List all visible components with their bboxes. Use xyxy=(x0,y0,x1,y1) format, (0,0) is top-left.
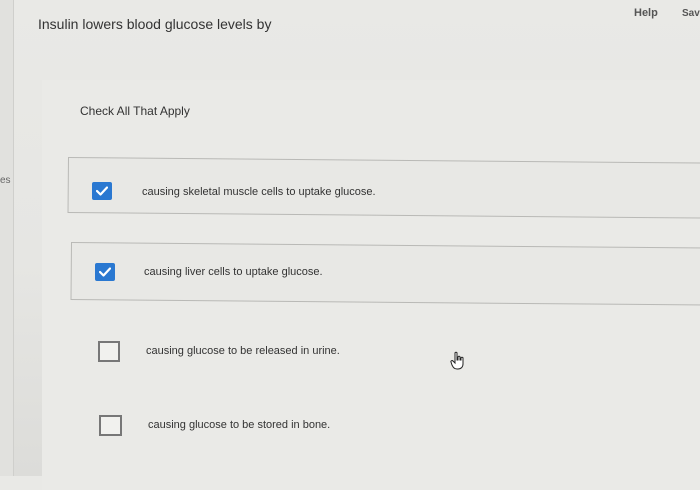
help-button[interactable]: Help xyxy=(634,7,658,19)
checkbox-option-3[interactable] xyxy=(98,341,120,362)
checkbox-option-1[interactable] xyxy=(92,182,112,200)
option-label-2[interactable]: causing liver cells to uptake glucose. xyxy=(144,266,323,278)
sidebar-tab-label: es xyxy=(0,175,11,186)
save-button[interactable]: Save xyxy=(682,8,700,19)
left-sidebar-strip xyxy=(0,0,14,476)
instruction-text: Check All That Apply xyxy=(80,104,190,118)
sidebar-tab[interactable]: es xyxy=(0,172,13,198)
option-label-3[interactable]: causing glucose to be released in urine. xyxy=(146,345,340,357)
checkmark-icon xyxy=(96,186,108,196)
hand-pointer-icon xyxy=(450,351,464,370)
option-label-1[interactable]: causing skeletal muscle cells to uptake … xyxy=(142,186,376,198)
question-prompt: Insulin lowers blood glucose levels by xyxy=(38,16,272,32)
option-label-4[interactable]: causing glucose to be stored in bone. xyxy=(148,419,330,431)
checkmark-icon xyxy=(99,267,111,277)
checkbox-option-4[interactable] xyxy=(99,415,122,436)
checkbox-option-2[interactable] xyxy=(95,263,115,281)
